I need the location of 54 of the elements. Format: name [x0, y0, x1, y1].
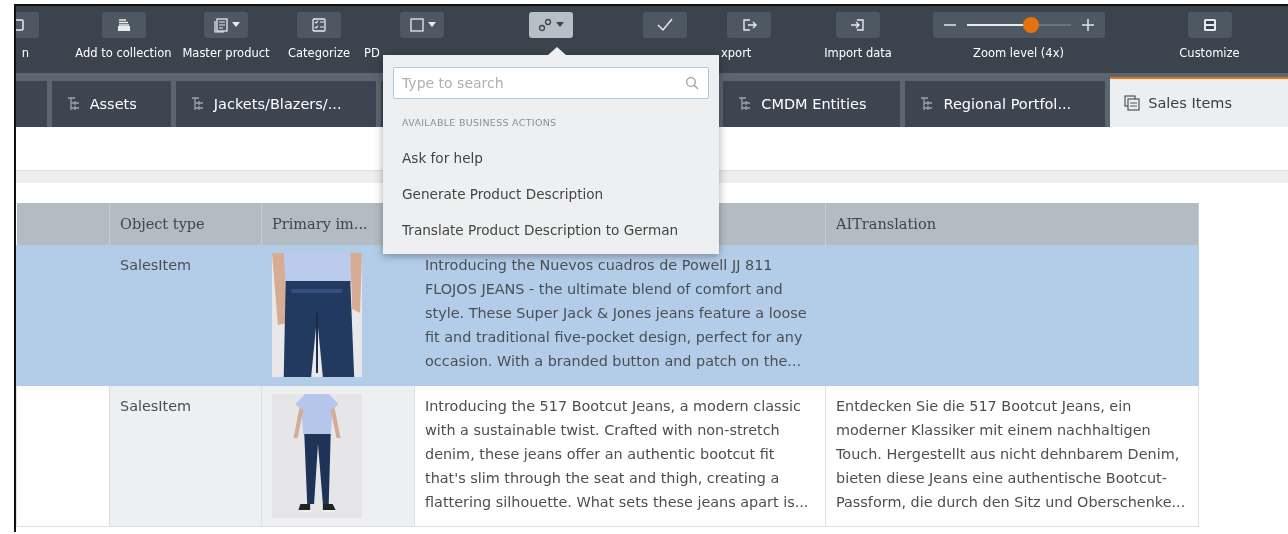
- import-icon: [850, 17, 866, 33]
- table-cell: Introducing the 517 Bootcut Jeans, a modern classic with a sustainable twist. Crafted with non-stretch denim, these jeans offer an authentic bootcut fit that's slim through the seat and thigh, creating a flattering silhouette. What sets these jeans apart is...: [414, 385, 826, 527]
- search-field[interactable]: Type to search: [393, 67, 709, 99]
- tab[interactable]: CMDM Entities: [723, 81, 901, 127]
- column-header: Object type: [109, 203, 262, 245]
- toolbar-button[interactable]: [204, 12, 248, 38]
- zoom-slider[interactable]: [932, 12, 1105, 38]
- toolbar-button[interactable]: [297, 12, 341, 38]
- toolbar-label: Customize: [1179, 46, 1240, 60]
- toolbar-button[interactable]: [1187, 12, 1232, 38]
- layout-icon: [1201, 17, 1218, 33]
- toolbar-label: xport: [721, 46, 752, 60]
- documents-icon: [212, 17, 229, 33]
- toolbar-label: n: [21, 46, 30, 60]
- table-cell: SalesItem: [109, 245, 262, 386]
- collection-icon: [1124, 95, 1141, 111]
- checkmark-icon: [655, 17, 674, 33]
- hierarchy-icon: [189, 96, 206, 112]
- plus-icon: [1080, 18, 1095, 32]
- toolbar-button[interactable]: [101, 12, 146, 38]
- toolbar-label: Master product: [182, 46, 270, 60]
- table-cell: Introducing the Nuevos cuadros de Powell JJ 811 FLOJOS JEANS - the ultimate blend of comfort and style. These Super Jack & Jones jeans feature a loose fit and traditional five-pocket design, perfect for any occasion. With a branded button and patch on the...: [414, 245, 826, 386]
- table-cell: SalesItem: [109, 385, 262, 527]
- toolbar-button[interactable]: [528, 12, 573, 38]
- table-row[interactable]: [16, 385, 1199, 527]
- caret-icon: [427, 22, 436, 28]
- toolbar-label: Import data: [824, 46, 892, 60]
- toolbar-button[interactable]: [727, 12, 771, 38]
- table-cell: Entdecken Sie die 517 Bootcut Jeans, ein moderner Klassiker mit einem nachhaltigen Touch. Hergestellt aus nicht dehnbarem Denim, bieten diese Jeans eine authentische Bootcut-Passform, die durch den Sitz und Oberschenke...: [825, 385, 1199, 527]
- column-header: AITranslation: [825, 203, 1199, 245]
- tab[interactable]: Assets: [51, 81, 171, 127]
- menu-heading: AVAILABLE BUSINESS ACTIONS: [402, 117, 558, 128]
- toolbar-button[interactable]: [836, 12, 880, 38]
- tab[interactable]: Jackets/Blazers/...: [175, 81, 376, 127]
- caret-icon: [231, 22, 240, 28]
- toolbar-label: Zoom level (4x): [973, 46, 1064, 60]
- table-row[interactable]: [16, 245, 1199, 386]
- checklist-icon: [311, 17, 327, 33]
- gears-icon: [537, 17, 553, 33]
- tab[interactable]: Sales Items: [1110, 77, 1288, 127]
- hierarchy-icon: [65, 96, 82, 112]
- toolbar-button[interactable]: [400, 12, 444, 38]
- export-icon: [741, 17, 757, 33]
- toolbar-label: Add to collection: [75, 46, 172, 60]
- search-icon: [685, 76, 699, 90]
- toolbar-button[interactable]: [642, 12, 687, 38]
- toolbar-label: PD: [364, 46, 380, 60]
- slider-thumb[interactable]: [1022, 17, 1039, 33]
- tab[interactable]: Regional Portfol...: [905, 81, 1106, 127]
- toolbar-label: Categorize: [287, 46, 350, 60]
- menu-item[interactable]: Ask for help: [393, 140, 709, 176]
- square-icon: [408, 17, 425, 33]
- caret-icon: [556, 22, 564, 28]
- tray-icon: [115, 17, 132, 33]
